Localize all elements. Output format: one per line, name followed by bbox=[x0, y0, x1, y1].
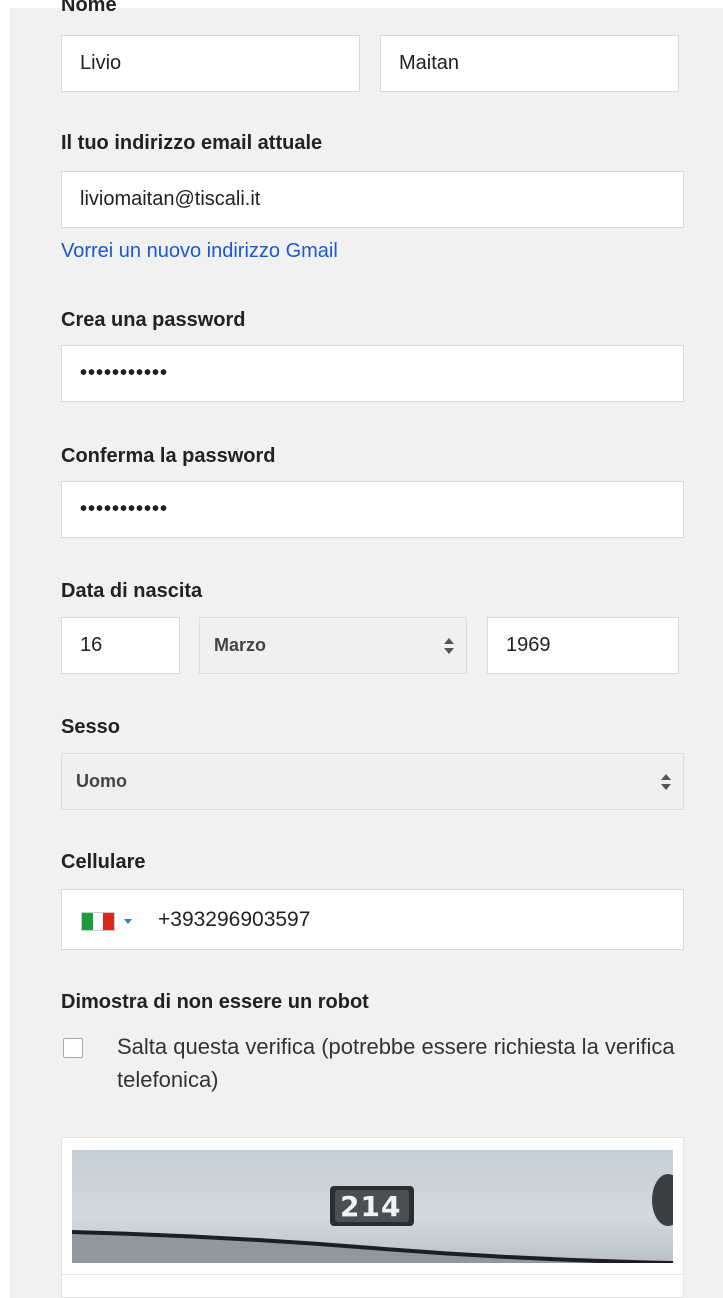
birthdate-label: Data di nascita bbox=[61, 580, 203, 602]
select-arrows-icon bbox=[444, 637, 454, 654]
password-input[interactable]: ••••••••••• bbox=[61, 345, 684, 402]
confirm-password-label: Conferma la password bbox=[61, 445, 276, 467]
birth-month-value: Marzo bbox=[214, 635, 267, 655]
country-dropdown-icon[interactable] bbox=[124, 919, 132, 924]
birth-year-input[interactable]: 1969 bbox=[487, 617, 679, 674]
email-label: Il tuo indirizzo email attuale bbox=[61, 132, 323, 154]
captcha-image: 214 bbox=[72, 1150, 673, 1263]
confirm-password-value: ••••••••••• bbox=[80, 498, 169, 520]
skip-verification-checkbox[interactable] bbox=[63, 1038, 83, 1058]
mobile-field: +393296903597 bbox=[61, 889, 684, 950]
captcha-divider bbox=[62, 1274, 683, 1275]
mobile-number-input[interactable]: +393296903597 bbox=[158, 908, 310, 932]
password-label: Crea una password bbox=[61, 309, 246, 331]
birth-day-input[interactable]: 16 bbox=[61, 617, 180, 674]
first-name-input[interactable]: Livio bbox=[61, 35, 360, 92]
birth-month-select[interactable]: Marzo bbox=[199, 617, 467, 674]
name-label: Nome bbox=[61, 0, 117, 16]
italy-flag-icon[interactable] bbox=[81, 912, 115, 931]
select-arrows-icon bbox=[661, 773, 671, 790]
new-gmail-link[interactable]: Vorrei un nuovo indirizzo Gmail bbox=[61, 240, 338, 263]
captcha-box: 214 bbox=[61, 1137, 684, 1298]
gender-label: Sesso bbox=[61, 716, 120, 738]
confirm-password-input[interactable]: ••••••••••• bbox=[61, 481, 684, 538]
robot-label: Dimostra di non essere un robot bbox=[61, 991, 369, 1013]
email-input[interactable]: liviomaitan@tiscali.it bbox=[61, 171, 684, 228]
skip-verification-text: Salta questa verifica (potrebbe essere r… bbox=[117, 1034, 675, 1092]
gender-select[interactable]: Uomo bbox=[61, 753, 684, 810]
captcha-text: 214 bbox=[340, 1190, 402, 1223]
gender-value: Uomo bbox=[76, 771, 127, 791]
password-value: ••••••••••• bbox=[80, 362, 169, 384]
mobile-label: Cellulare bbox=[61, 851, 146, 873]
last-name-input[interactable]: Maitan bbox=[380, 35, 679, 92]
